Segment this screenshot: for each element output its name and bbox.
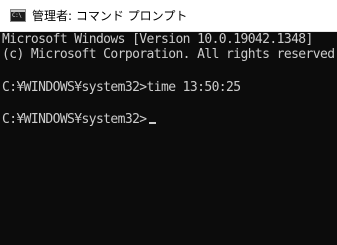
console-line-prompt[interactable]: C:¥WINDOWS¥system32> — [2, 112, 156, 128]
window-title: 管理者: コマンド プロンプト — [32, 9, 188, 23]
console-line-copyright: (c) Microsoft Corporation. All rights re… — [2, 47, 337, 62]
text-cursor — [148, 122, 156, 124]
command-prompt-icon[interactable]: C:\ — [10, 9, 26, 22]
console-line-version: Microsoft Windows [Version 10.0.19042.13… — [2, 32, 313, 47]
command-prompt-window: C:\ 管理者: コマンド プロンプト Microsoft Windows [V… — [0, 0, 337, 245]
title-bar[interactable]: C:\ 管理者: コマンド プロンプト — [0, 0, 337, 32]
console-output[interactable]: Microsoft Windows [Version 10.0.19042.13… — [0, 32, 337, 245]
prompt-text: C:¥WINDOWS¥system32> — [2, 112, 147, 127]
icon-prompt-glyph: C:\ — [12, 12, 22, 19]
console-line-time-command: C:¥WINDOWS¥system32>time 13:50:25 — [2, 80, 241, 95]
